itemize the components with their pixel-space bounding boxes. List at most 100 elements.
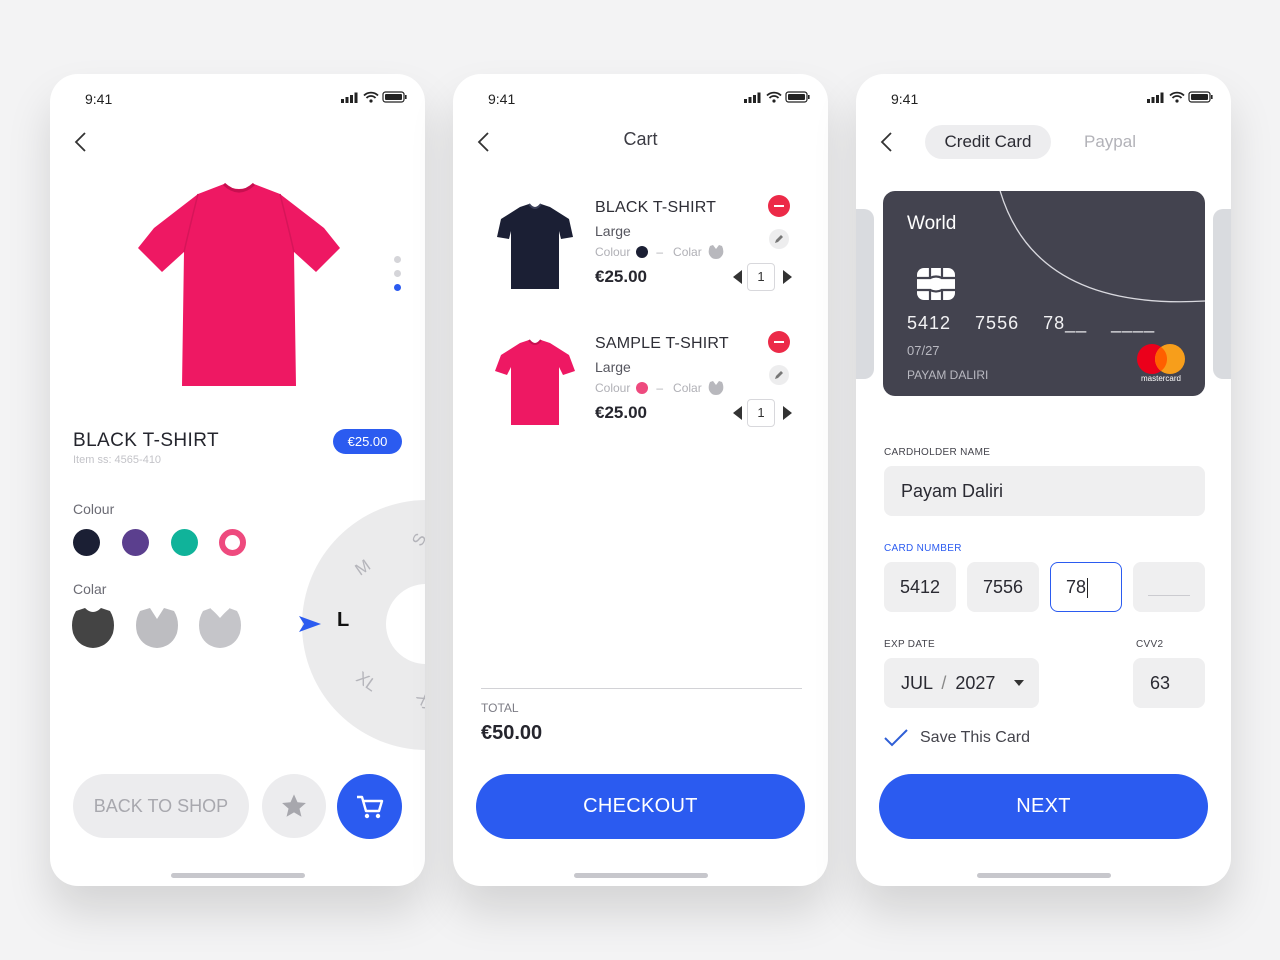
tab-credit-card[interactable]: Credit Card — [925, 125, 1051, 159]
exp-date-select[interactable]: JUL / 2027 — [884, 658, 1039, 708]
size-option[interactable]: XL — [352, 668, 381, 696]
card-number-group-4[interactable] — [1133, 562, 1205, 612]
next-button[interactable]: NEXT — [879, 774, 1208, 839]
text-caret — [1087, 578, 1089, 599]
colour-label: Colour — [73, 501, 115, 517]
save-card-checkbox[interactable]: Save This Card — [884, 726, 1030, 750]
quantity-stepper: 1 — [733, 263, 792, 291]
size-pointer-icon — [299, 616, 321, 632]
item-price: €25.00 — [595, 267, 647, 286]
card-expiry-display: 07/27 — [907, 343, 940, 358]
collar-crew-icon[interactable] — [134, 607, 180, 649]
card-holder-display: PAYAM DALIRI — [907, 368, 989, 382]
status-icons — [341, 91, 407, 103]
cart-icon — [356, 795, 383, 818]
carousel-dot[interactable] — [394, 270, 401, 277]
product-thumbnail — [495, 339, 575, 425]
total-label: TOTAL — [481, 701, 519, 715]
quantity-value[interactable]: 1 — [747, 263, 775, 291]
collar-icon — [708, 381, 724, 395]
mastercard-logo-icon — [1137, 344, 1185, 374]
cart-item: SAMPLE T-SHIRT Large Colour – Colar €25.… — [453, 331, 828, 451]
card-number-group-1[interactable]: 5412 — [884, 562, 956, 612]
selected-size: L — [337, 609, 350, 631]
carousel-dots — [394, 256, 402, 298]
card-chip-icon — [917, 268, 955, 300]
product-title: BLACK T-SHIRT — [73, 430, 219, 451]
item-price: €25.00 — [595, 403, 647, 422]
size-option[interactable]: M — [352, 556, 375, 581]
home-indicator — [573, 873, 708, 878]
checkmark-icon — [884, 729, 908, 747]
size-option-partial: S — [408, 530, 425, 550]
prev-card-peek[interactable] — [856, 209, 874, 379]
collar-icon — [708, 245, 724, 259]
cart-screen: 9:41 Cart BLACK T-SHIRT Large Colour – C… — [453, 74, 828, 886]
status-icons — [744, 91, 810, 103]
increment-arrow-icon[interactable] — [783, 270, 792, 284]
chevron-left-icon[interactable] — [70, 130, 94, 154]
status-time: 9:41 — [488, 91, 516, 107]
divider — [481, 688, 802, 689]
price-badge: €25.00 — [333, 429, 402, 454]
colour-swatch-purple[interactable] — [122, 529, 149, 556]
increment-arrow-icon[interactable] — [783, 406, 792, 420]
status-time: 9:41 — [891, 91, 919, 107]
colour-swatch-navy[interactable] — [73, 529, 100, 556]
edit-item-button[interactable] — [769, 365, 789, 385]
checkout-button[interactable]: CHECKOUT — [476, 774, 805, 839]
chevron-left-icon[interactable] — [876, 130, 900, 154]
status-time: 9:41 — [85, 91, 113, 107]
carousel-dot-active[interactable] — [394, 284, 401, 291]
colour-swatch-teal[interactable] — [171, 529, 198, 556]
pencil-icon — [775, 235, 783, 243]
size-option-partial: XXL — [412, 689, 425, 727]
item-size: Large — [595, 359, 631, 375]
back-to-shop-button[interactable]: BACK TO SHOP — [73, 774, 249, 838]
item-colour-dot — [636, 382, 649, 394]
star-icon — [282, 794, 306, 817]
item-options: Colour – Colar — [595, 245, 724, 259]
card-number-group-3[interactable]: 78 — [1050, 562, 1122, 612]
item-colour-dot — [636, 246, 649, 258]
carousel-dot[interactable] — [394, 256, 401, 263]
pencil-icon — [775, 371, 783, 379]
cardholder-name-input[interactable]: Payam Daliri — [884, 466, 1205, 516]
exp-date-label: EXP DATE — [884, 639, 935, 650]
cardholder-label: CARDHOLDER NAME — [884, 447, 991, 458]
collar-label: Colar — [73, 581, 107, 597]
collar-vneck-icon[interactable] — [197, 607, 243, 649]
item-name: SAMPLE T-SHIRT — [595, 335, 729, 352]
page-title: Cart — [623, 129, 658, 149]
remove-item-button[interactable] — [768, 331, 790, 353]
item-options: Colour – Colar — [595, 381, 724, 395]
next-card-peek[interactable] — [1213, 209, 1231, 379]
cart-item: BLACK T-SHIRT Large Colour – Colar €25.0… — [453, 195, 828, 315]
card-brand-text: mastercard — [1140, 374, 1181, 383]
remove-item-button[interactable] — [768, 195, 790, 217]
home-indicator — [170, 873, 305, 878]
decrement-arrow-icon[interactable] — [733, 270, 742, 284]
item-name: BLACK T-SHIRT — [595, 199, 717, 216]
home-indicator — [976, 873, 1111, 878]
product-screen: 9:41 BLACK T-SHIRT Item ss: 4565-410 €25… — [50, 74, 425, 886]
quantity-value[interactable]: 1 — [747, 399, 775, 427]
collar-round-icon[interactable] — [70, 607, 116, 649]
credit-card-preview[interactable]: World 5412 7556 78__ ____ 07/27 PAYAM DA… — [883, 191, 1205, 396]
edit-item-button[interactable] — [769, 229, 789, 249]
item-size: Large — [595, 223, 631, 239]
add-to-cart-button[interactable] — [337, 774, 402, 839]
product-sku: Item ss: 4565-410 — [73, 454, 162, 466]
status-icons — [1147, 91, 1213, 103]
favorite-button[interactable] — [262, 774, 326, 838]
card-number-group-2[interactable]: 7556 — [967, 562, 1039, 612]
decrement-arrow-icon[interactable] — [733, 406, 742, 420]
cvv-input[interactable]: 63 — [1133, 658, 1205, 708]
tab-paypal[interactable]: Paypal — [1070, 125, 1150, 159]
product-thumbnail — [497, 203, 573, 289]
chevron-down-icon — [1014, 680, 1024, 686]
total-value: €50.00 — [481, 722, 543, 744]
colour-swatch-pink-selected[interactable] — [219, 529, 246, 556]
save-card-label: Save This Card — [920, 729, 1030, 746]
card-number-display: 5412 7556 78__ ____ — [907, 313, 1156, 333]
